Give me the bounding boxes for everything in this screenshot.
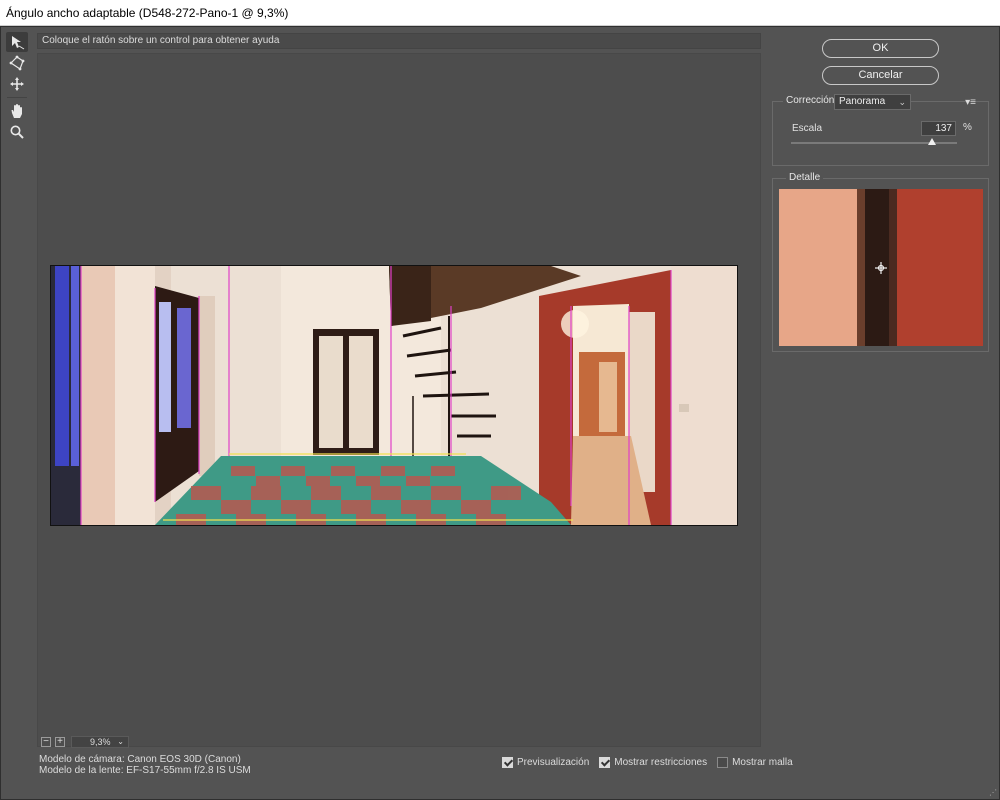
panorama-image[interactable] — [50, 265, 738, 526]
scale-label: Escala — [792, 123, 823, 134]
show-mesh-option[interactable]: Mostrar malla — [717, 757, 793, 768]
show-constraints-option[interactable]: Mostrar restricciones — [599, 757, 707, 768]
zoom-icon — [10, 125, 24, 139]
chevron-down-icon: ⌄ — [898, 97, 906, 107]
display-options: Previsualización Mostrar restricciones M… — [502, 757, 803, 768]
polygon-constraint-icon — [9, 55, 25, 71]
correction-select[interactable]: Panorama ⌄ — [834, 94, 911, 110]
move-icon — [10, 77, 24, 91]
show-mesh-checkbox[interactable] — [717, 757, 729, 768]
show-constraints-label: Mostrar restricciones — [614, 757, 708, 768]
tool-divider — [7, 97, 27, 98]
chevron-down-icon: ⌄ — [117, 737, 124, 746]
detail-panel: Detalle — [772, 172, 989, 352]
detail-preview — [779, 189, 983, 346]
lens-model: Modelo de la lente: EF-S17-55mm f/2.8 IS… — [39, 765, 251, 776]
panorama-scene — [51, 266, 737, 525]
correction-value: Panorama — [839, 96, 886, 107]
hand-tool-button[interactable] — [6, 101, 28, 121]
detail-label: Detalle — [786, 172, 824, 184]
hand-icon — [11, 104, 22, 118]
tool-palette — [4, 32, 30, 143]
cancel-button[interactable]: Cancelar — [822, 66, 939, 85]
resize-grip-icon[interactable]: ⋰ — [989, 788, 997, 797]
constraint-tool-button[interactable] — [6, 32, 28, 52]
window-title: Ángulo ancho adaptable (D548-272-Pano-1 … — [0, 0, 1000, 26]
constraint-arrow-icon — [12, 36, 25, 50]
show-constraints-checkbox[interactable] — [599, 757, 611, 768]
detail-magnified-image — [779, 189, 983, 346]
correction-panel: Corrección: Panorama ⌄ ▾≡ Escala 137 % — [772, 94, 989, 166]
camera-model: Modelo de cámara: Canon EOS 30D (Canon) — [39, 754, 241, 765]
scale-input[interactable]: 137 — [921, 121, 956, 136]
show-mesh-label: Mostrar malla — [732, 757, 793, 768]
move-tool-button[interactable] — [6, 74, 28, 94]
camera-info: Modelo de cámara: Canon EOS 30D (Canon) … — [39, 754, 251, 776]
panel-menu-icon[interactable]: ▾≡ — [965, 97, 976, 108]
zoom-out-button[interactable]: − — [41, 737, 51, 747]
preview-checkbox[interactable] — [502, 757, 513, 768]
zoom-in-button[interactable]: + — [55, 737, 65, 747]
image-canvas[interactable] — [37, 53, 761, 747]
polygon-constraint-tool-button[interactable] — [6, 53, 28, 73]
scale-unit: % — [963, 122, 972, 133]
help-text: Coloque el ratón sobre un control para o… — [37, 33, 761, 49]
zoom-level-select[interactable]: 9,3% ⌄ — [71, 736, 129, 748]
scale-slider-thumb[interactable] — [928, 138, 937, 145]
zoom-control: − + 9,3% ⌄ — [41, 735, 129, 749]
zoom-level-value: 9,3% — [90, 737, 111, 747]
preview-option[interactable]: Previsualización — [502, 757, 589, 768]
preview-label: Previsualización — [517, 757, 590, 768]
ok-button[interactable]: OK — [822, 39, 939, 58]
zoom-tool-button[interactable] — [6, 122, 28, 142]
correction-label: Corrección: — [783, 95, 841, 107]
